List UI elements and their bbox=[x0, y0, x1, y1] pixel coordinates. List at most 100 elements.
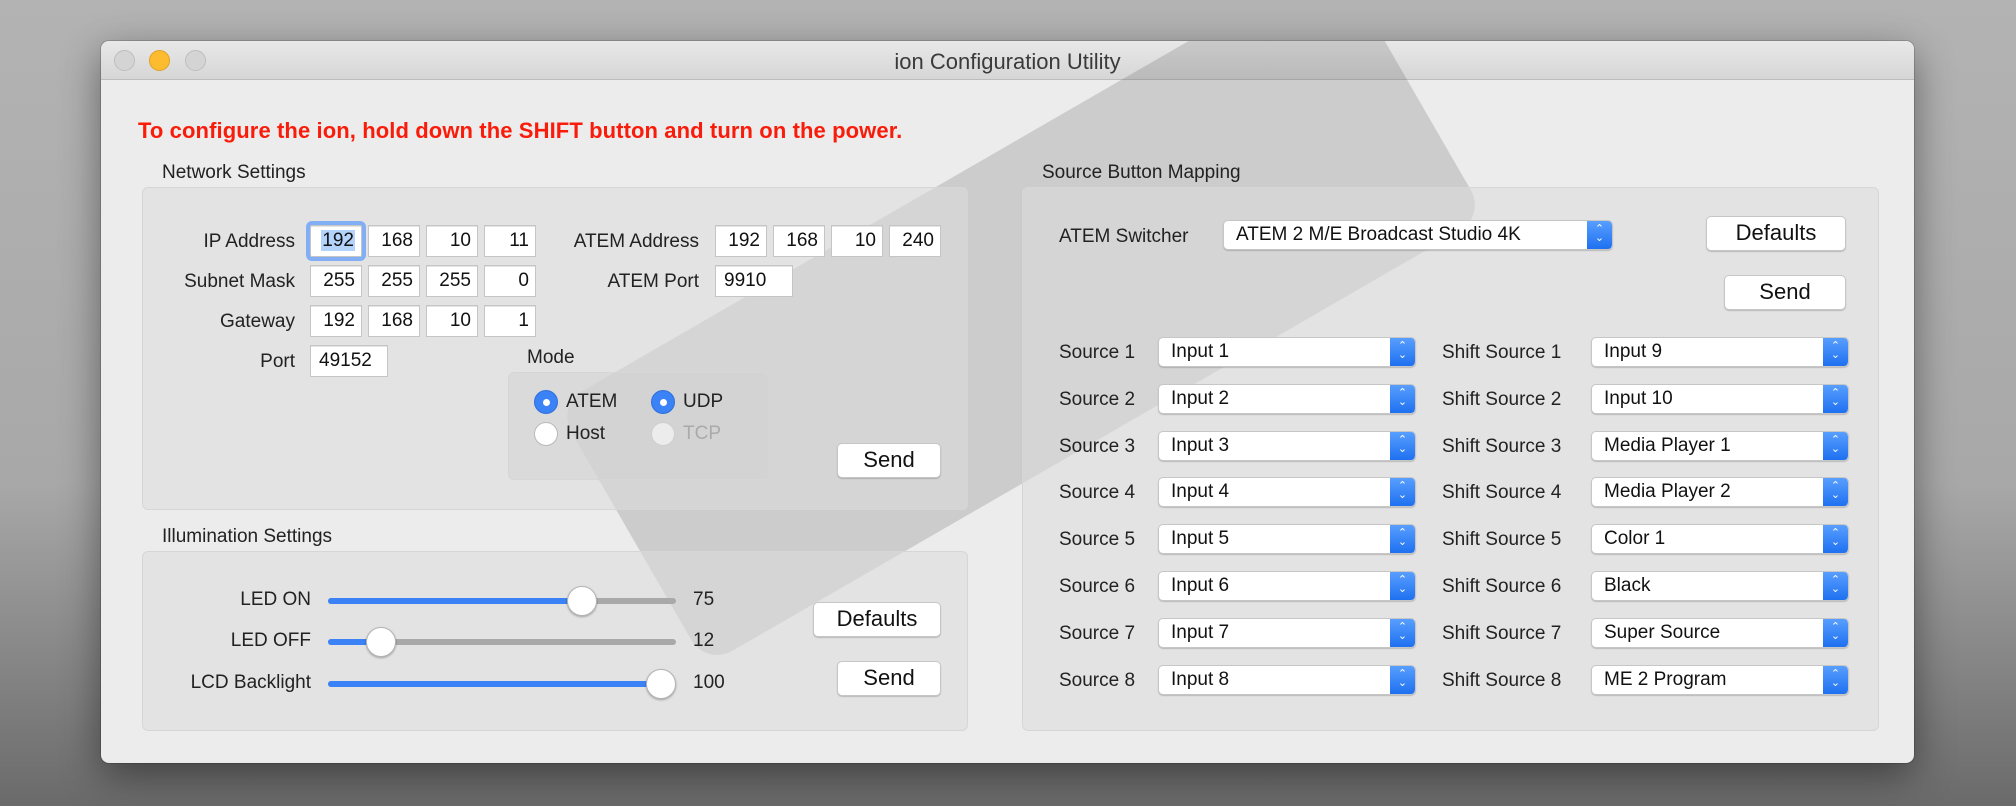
led-off-label: LED OFF bbox=[230, 630, 311, 651]
lcd-backlight-value: 100 bbox=[693, 672, 725, 693]
led-on-slider-fill bbox=[328, 598, 582, 604]
source-label: Source 5 bbox=[1059, 529, 1136, 550]
chevron-up-down-icon: ⌃ ⌄ bbox=[1823, 572, 1848, 600]
led-off-slider-knob[interactable] bbox=[366, 627, 397, 657]
shift-source-label: Shift Source 4 bbox=[1442, 482, 1562, 503]
atem-octet-2-input[interactable]: 168 bbox=[773, 225, 825, 257]
protocol-tcp-radio bbox=[651, 422, 675, 446]
shift-source-select[interactable]: Black ⌃ ⌄ bbox=[1591, 571, 1849, 601]
shift-source-value: Black bbox=[1604, 575, 1651, 596]
ip-octet-1-input[interactable]: 192 bbox=[306, 221, 366, 261]
gateway-octet-2-input[interactable]: 168 bbox=[368, 305, 420, 337]
protocol-udp-radio[interactable] bbox=[651, 390, 675, 414]
source-select[interactable]: Input 4 ⌃ ⌄ bbox=[1158, 477, 1416, 507]
source-value: Input 3 bbox=[1171, 435, 1230, 456]
chevron-up-down-icon: ⌃ ⌄ bbox=[1390, 338, 1415, 366]
network-send-button[interactable]: Send bbox=[837, 443, 941, 478]
chevron-up-down-icon: ⌃ ⌄ bbox=[1823, 666, 1848, 694]
source-select[interactable]: Input 6 ⌃ ⌄ bbox=[1158, 571, 1416, 601]
chevron-up-down-icon: ⌃ ⌄ bbox=[1390, 619, 1415, 647]
source-label: Source 2 bbox=[1059, 389, 1136, 410]
mapping-send-button[interactable]: Send bbox=[1724, 275, 1846, 310]
shift-source-value: ME 2 Program bbox=[1604, 669, 1727, 690]
atem-octet-4-input[interactable]: 240 bbox=[889, 225, 941, 257]
chevron-up-down-icon: ⌃ ⌄ bbox=[1823, 338, 1848, 366]
chevron-up-down-icon: ⌃ ⌄ bbox=[1390, 525, 1415, 553]
gateway-label: Gateway bbox=[220, 311, 295, 332]
lcd-backlight-slider-knob[interactable] bbox=[646, 669, 676, 699]
configuration-notice: To configure the ion, hold down the SHIF… bbox=[138, 118, 903, 143]
chevron-up-down-icon: ⌃ ⌄ bbox=[1390, 432, 1415, 460]
chevron-up-down-icon: ⌃ ⌄ bbox=[1390, 478, 1415, 506]
mode-title: Mode bbox=[527, 347, 575, 368]
lcd-backlight-slider-fill bbox=[328, 681, 661, 687]
port-label: Port bbox=[260, 351, 295, 372]
shift-source-label: Shift Source 6 bbox=[1442, 576, 1562, 597]
atem-port-input[interactable]: 9910 bbox=[715, 265, 793, 297]
mode-host-label: Host bbox=[566, 423, 606, 444]
ip-address-label: IP Address bbox=[203, 231, 295, 252]
source-label: Source 8 bbox=[1059, 670, 1136, 691]
mode-host-radio[interactable] bbox=[534, 422, 558, 446]
shift-source-select[interactable]: Media Player 1 ⌃ ⌄ bbox=[1591, 431, 1849, 461]
lcd-backlight-slider[interactable] bbox=[328, 669, 676, 699]
atem-port-label: ATEM Port bbox=[607, 271, 700, 292]
source-select[interactable]: Input 2 ⌃ ⌄ bbox=[1158, 384, 1416, 414]
shift-source-value: Input 9 bbox=[1604, 341, 1663, 362]
port-input[interactable]: 49152 bbox=[310, 345, 388, 377]
illumination-settings-title: Illumination Settings bbox=[162, 526, 333, 547]
title-bar[interactable]: ion Configuration Utility bbox=[101, 41, 1914, 80]
source-value: Input 2 bbox=[1171, 388, 1230, 409]
ip-octet-3-input[interactable]: 10 bbox=[426, 225, 478, 257]
led-on-label: LED ON bbox=[240, 589, 311, 610]
gateway-octet-1-input[interactable]: 192 bbox=[310, 305, 362, 337]
shift-source-label: Shift Source 3 bbox=[1442, 436, 1562, 457]
source-label: Source 7 bbox=[1059, 623, 1136, 644]
window-title: ion Configuration Utility bbox=[894, 49, 1121, 74]
source-select[interactable]: Input 5 ⌃ ⌄ bbox=[1158, 524, 1416, 554]
source-select[interactable]: Input 7 ⌃ ⌄ bbox=[1158, 618, 1416, 648]
subnet-octet-2-input[interactable]: 255 bbox=[368, 265, 420, 297]
mode-atem-radio[interactable] bbox=[534, 390, 558, 414]
shift-source-select[interactable]: Color 1 ⌃ ⌄ bbox=[1591, 524, 1849, 554]
led-on-slider[interactable] bbox=[328, 586, 676, 616]
illumination-send-button[interactable]: Send bbox=[837, 661, 941, 696]
source-label: Source 1 bbox=[1059, 342, 1136, 363]
mode-atem-label: ATEM bbox=[566, 391, 618, 412]
atem-switcher-value: ATEM 2 M/E Broadcast Studio 4K bbox=[1236, 224, 1521, 245]
shift-source-select[interactable]: Input 10 ⌃ ⌄ bbox=[1591, 384, 1849, 414]
subnet-octet-4-input[interactable]: 0 bbox=[484, 265, 536, 297]
source-value: Input 8 bbox=[1171, 669, 1230, 690]
ip-octet-2-input[interactable]: 168 bbox=[368, 225, 420, 257]
source-value: Input 5 bbox=[1171, 528, 1230, 549]
source-value: Input 6 bbox=[1171, 575, 1230, 596]
shift-source-select[interactable]: Input 9 ⌃ ⌄ bbox=[1591, 337, 1849, 367]
gateway-octet-3-input[interactable]: 10 bbox=[426, 305, 478, 337]
illumination-defaults-button[interactable]: Defaults bbox=[813, 602, 941, 637]
gateway-octet-4-input[interactable]: 1 bbox=[484, 305, 536, 337]
source-label: Source 3 bbox=[1059, 436, 1136, 457]
shift-source-label: Shift Source 1 bbox=[1442, 342, 1562, 363]
led-on-slider-knob[interactable] bbox=[566, 586, 597, 616]
subnet-octet-1-input[interactable]: 255 bbox=[310, 265, 362, 297]
atem-octet-3-input[interactable]: 10 bbox=[831, 225, 883, 257]
shift-source-select[interactable]: Media Player 2 ⌃ ⌄ bbox=[1591, 477, 1849, 507]
source-select[interactable]: Input 1 ⌃ ⌄ bbox=[1158, 337, 1416, 367]
shift-source-select[interactable]: ME 2 Program ⌃ ⌄ bbox=[1591, 665, 1849, 695]
lcd-backlight-label: LCD Backlight bbox=[190, 672, 311, 693]
atem-switcher-select[interactable]: ATEM 2 M/E Broadcast Studio 4K ⌃ ⌄ bbox=[1223, 220, 1613, 250]
subnet-octet-3-input[interactable]: 255 bbox=[426, 265, 478, 297]
atem-address-label: ATEM Address bbox=[573, 231, 699, 252]
shift-source-value: Color 1 bbox=[1604, 528, 1666, 549]
source-value: Input 7 bbox=[1171, 622, 1230, 643]
shift-source-label: Shift Source 2 bbox=[1442, 389, 1562, 410]
app-window: ion Configuration Utility To configure t… bbox=[101, 41, 1914, 763]
chevron-up-down-icon: ⌃ ⌄ bbox=[1390, 385, 1415, 413]
atem-octet-1-input[interactable]: 192 bbox=[715, 225, 767, 257]
source-select[interactable]: Input 8 ⌃ ⌄ bbox=[1158, 665, 1416, 695]
source-select[interactable]: Input 3 ⌃ ⌄ bbox=[1158, 431, 1416, 461]
mapping-defaults-button[interactable]: Defaults bbox=[1706, 216, 1846, 251]
shift-source-select[interactable]: Super Source ⌃ ⌄ bbox=[1591, 618, 1849, 648]
ip-octet-4-input[interactable]: 11 bbox=[484, 225, 536, 257]
led-off-slider[interactable] bbox=[328, 627, 676, 657]
